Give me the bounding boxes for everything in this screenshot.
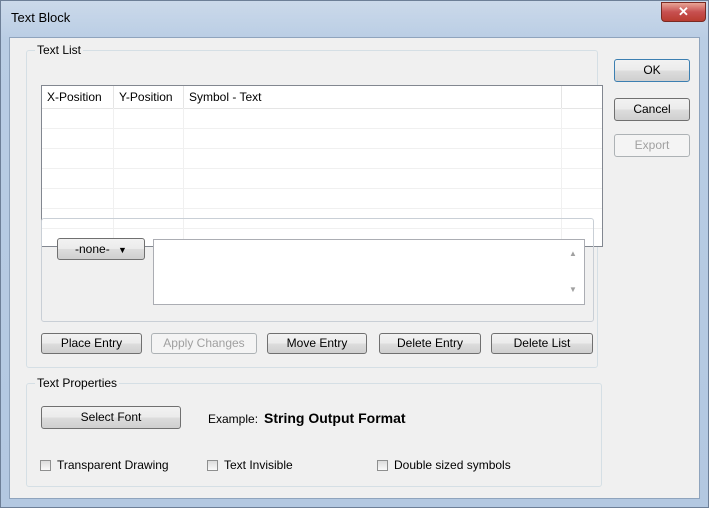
double-sized-symbols-checkbox[interactable]: Double sized symbols [377, 458, 511, 472]
example-text: String Output Format [264, 410, 406, 426]
text-invisible-checkbox[interactable]: Text Invisible [207, 458, 293, 472]
table-row-line [42, 128, 602, 129]
table-row-line [42, 208, 602, 209]
title-bar[interactable]: Text Block ✕ [1, 1, 708, 37]
transparent-drawing-checkbox[interactable]: Transparent Drawing [40, 458, 169, 472]
dialog-client: Text List X-Position Y-Position Symbol -… [9, 37, 700, 499]
delete-list-button[interactable]: Delete List [491, 333, 593, 354]
table-row-line [42, 168, 602, 169]
close-icon: ✕ [678, 4, 689, 19]
column-header-y-position[interactable]: Y-Position [114, 86, 184, 108]
ok-button[interactable]: OK [614, 59, 690, 82]
column-header-filler [562, 86, 602, 108]
checkbox-box[interactable] [207, 459, 218, 471]
cancel-button[interactable]: Cancel [614, 98, 690, 121]
window-title: Text Block [11, 10, 71, 25]
table-header-divider [42, 108, 602, 109]
text-properties-label: Text Properties [35, 376, 120, 390]
apply-changes-button[interactable]: Apply Changes [151, 333, 257, 354]
select-font-button[interactable]: Select Font [41, 406, 181, 429]
export-button[interactable]: Export [614, 134, 690, 157]
example-label: Example: [208, 412, 259, 426]
table-row-line [42, 188, 602, 189]
checkbox-box[interactable] [377, 459, 388, 471]
scroll-up-icon[interactable]: ▲ [567, 248, 579, 260]
transparent-drawing-label: Transparent Drawing [57, 458, 169, 472]
double-sized-symbols-label: Double sized symbols [394, 458, 511, 472]
symbol-select-button[interactable]: -none- ▼ [57, 238, 145, 260]
scroll-down-icon[interactable]: ▼ [567, 284, 579, 296]
chevron-down-icon: ▼ [118, 245, 127, 255]
checkbox-box[interactable] [40, 459, 51, 471]
symbol-select-value: -none- [75, 242, 110, 256]
dialog-window: Text Block ✕ Text List X-Position Y-Posi… [0, 0, 709, 508]
table-row-line [42, 148, 602, 149]
place-entry-button[interactable]: Place Entry [41, 333, 142, 354]
text-invisible-label: Text Invisible [224, 458, 293, 472]
text-list-label: Text List [35, 43, 84, 57]
column-header-x-position[interactable]: X-Position [42, 86, 114, 108]
column-header-symbol-text[interactable]: Symbol - Text [184, 86, 562, 108]
symbol-text-input[interactable]: ▲ ▼ [153, 239, 585, 305]
move-entry-button[interactable]: Move Entry [267, 333, 367, 354]
delete-entry-button[interactable]: Delete Entry [379, 333, 481, 354]
close-button[interactable]: ✕ [661, 2, 706, 22]
